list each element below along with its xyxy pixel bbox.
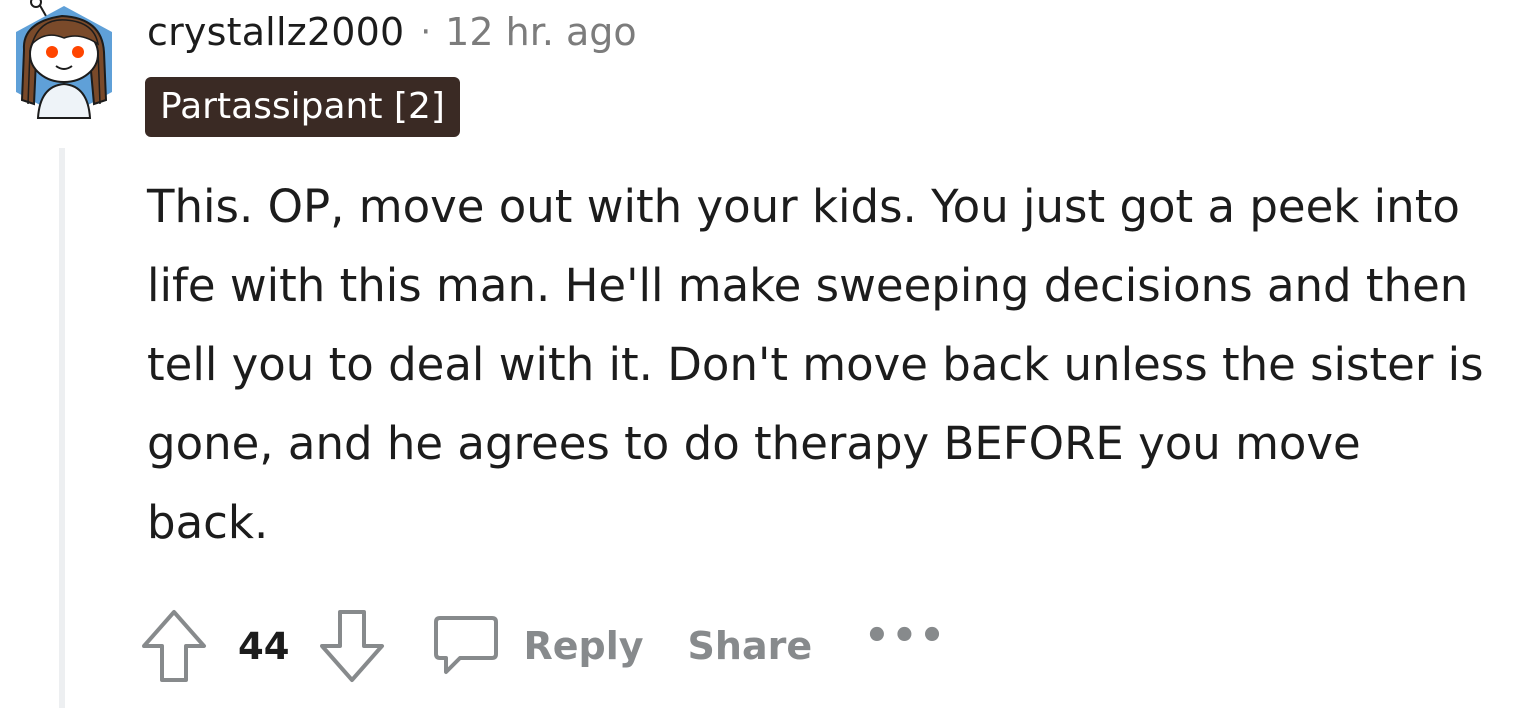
more-options-button[interactable]: •••: [864, 613, 947, 659]
share-button[interactable]: Share: [688, 624, 813, 668]
comment-body: This. OP, move out with your kids. You j…: [147, 180, 1484, 549]
upvote-button[interactable]: [138, 606, 210, 686]
comment-action-bar: 44 Reply Share •••: [138, 604, 947, 688]
snoo-avatar-icon: [16, 0, 112, 119]
user-avatar[interactable]: [10, 0, 118, 122]
reply-icon-button[interactable]: [430, 610, 502, 682]
upvote-arrow-icon: [142, 610, 206, 682]
user-flair: Partassipant [2]: [145, 77, 460, 137]
meta-separator: ·: [420, 12, 432, 52]
comment-bubble-icon: [433, 616, 498, 674]
reply-button[interactable]: Reply: [524, 624, 644, 668]
thread-collapse-line[interactable]: [59, 148, 65, 708]
comment-meta: crystallz2000 · 12 hr. ago: [147, 6, 637, 58]
downvote-arrow-icon: [319, 610, 384, 682]
username-link[interactable]: crystallz2000: [147, 10, 404, 54]
downvote-button[interactable]: [316, 606, 388, 686]
vote-count: 44: [238, 624, 290, 668]
comment-timestamp[interactable]: 12 hr. ago: [445, 10, 636, 54]
